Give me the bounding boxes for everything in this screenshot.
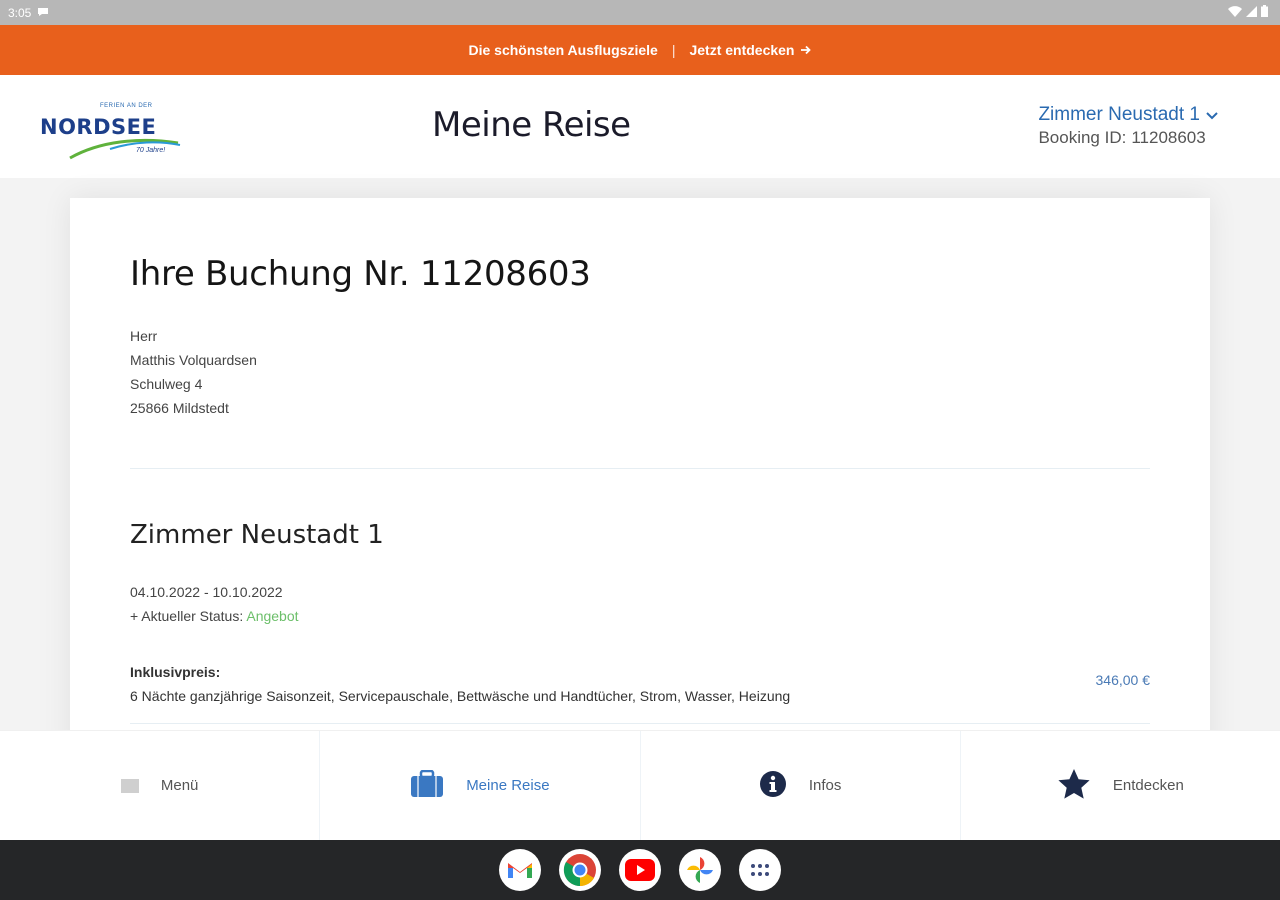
suitcase-icon xyxy=(410,769,444,802)
booking-id-value: 11208603 xyxy=(1131,128,1206,147)
promo-link-label: Jetzt entdecken xyxy=(689,42,795,58)
star-icon xyxy=(1057,768,1091,804)
arrow-right-icon xyxy=(800,42,812,58)
customer-address: Herr Matthis Volquardsen Schulweg 4 2586… xyxy=(130,324,257,420)
nav-item-label: Infos xyxy=(808,777,842,794)
room-select-dropdown[interactable]: Zimmer Neustadt 1 xyxy=(1038,104,1218,126)
chrome-icon[interactable] xyxy=(559,849,601,891)
logo-tagline: 70 Jahre! xyxy=(136,147,166,154)
photos-icon[interactable] xyxy=(679,849,721,891)
inclusive-price-text: 6 Nächte ganzjährige Saisonzeit, Service… xyxy=(130,688,791,704)
status-label: + Aktueller Status: xyxy=(130,608,244,624)
booking-status: + Aktueller Status: Angebot xyxy=(130,604,299,628)
wifi-icon xyxy=(1228,5,1242,20)
booking-dates-status: 04.10.2022 - 10.10.2022 + Aktueller Stat… xyxy=(130,580,299,628)
battery-icon xyxy=(1261,5,1268,20)
room-select-label: Zimmer Neustadt 1 xyxy=(1038,104,1200,125)
section-divider xyxy=(130,723,1150,724)
address-salutation: Herr xyxy=(130,328,158,344)
nav-item-meine-reise[interactable]: Meine Reise xyxy=(320,731,641,840)
bottom-navigation: Menü Meine Reise Infos Entdecken xyxy=(0,730,1280,840)
app-header: FERIEN AN DER NORDSEE 70 Jahre! Meine Re… xyxy=(0,75,1280,178)
app-launcher-icon[interactable] xyxy=(739,849,781,891)
page-title: Meine Reise xyxy=(432,105,631,145)
booking-switcher: Zimmer Neustadt 1 Booking ID: 11208603 xyxy=(1038,104,1218,148)
address-name: Matthis Volquardsen xyxy=(130,352,257,368)
youtube-icon[interactable] xyxy=(619,849,661,891)
price-value: 346,00 € xyxy=(1095,672,1151,688)
promo-text: Die schönsten Ausflugsziele xyxy=(468,42,658,58)
nav-item-entdecken[interactable]: Entdecken xyxy=(961,731,1280,840)
booking-heading: Ihre Buchung Nr. 11208603 xyxy=(130,254,591,294)
booking-id: Booking ID: 11208603 xyxy=(1038,128,1218,148)
booking-id-label: Booking ID: xyxy=(1038,128,1127,147)
nav-item-menu[interactable]: Menü xyxy=(0,731,321,840)
menu-icon xyxy=(120,778,139,793)
nav-item-label: Meine Reise xyxy=(466,777,550,794)
room-title: Zimmer Neustadt 1 xyxy=(130,520,384,550)
inclusive-price-block: Inklusivpreis: 6 Nächte ganzjährige Sais… xyxy=(130,660,790,708)
booking-card: Ihre Buchung Nr. 11208603 Herr Matthis V… xyxy=(70,198,1210,758)
inclusive-price-label: Inklusivpreis: xyxy=(130,664,221,680)
nav-item-label: Entdecken xyxy=(1112,777,1184,794)
chevron-down-icon xyxy=(1206,104,1218,126)
booking-dates: 04.10.2022 - 10.10.2022 xyxy=(130,584,283,600)
gmail-icon[interactable] xyxy=(499,849,541,891)
promo-banner: Die schönsten Ausflugsziele | Jetzt entd… xyxy=(0,25,1280,75)
promo-link[interactable]: Jetzt entdecken xyxy=(689,42,811,58)
address-street: Schulweg 4 xyxy=(130,376,203,392)
address-city: 25866 Mildstedt xyxy=(130,400,229,416)
notification-icon xyxy=(37,6,49,20)
section-divider xyxy=(130,468,1150,469)
info-icon xyxy=(759,770,787,802)
status-value: Angebot xyxy=(246,608,299,624)
nav-item-infos[interactable]: Infos xyxy=(641,731,961,840)
status-bar: 3:05 xyxy=(0,0,1280,25)
promo-separator: | xyxy=(671,42,676,58)
signal-icon xyxy=(1246,5,1257,20)
android-taskbar xyxy=(0,840,1280,900)
nordsee-logo[interactable]: FERIEN AN DER NORDSEE 70 Jahre! xyxy=(40,103,185,161)
nav-item-label: Menü xyxy=(160,777,199,794)
status-time: 3:05 xyxy=(8,5,32,20)
